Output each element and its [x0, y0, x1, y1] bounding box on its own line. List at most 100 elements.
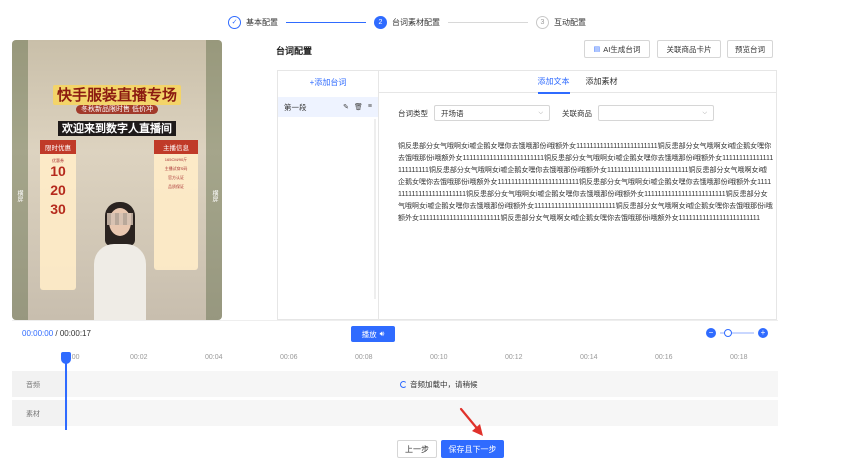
ai-generate-button[interactable]: ▤ AI生成台词 — [584, 40, 650, 58]
audio-loading: 音频加载中，请稍候 — [400, 379, 478, 390]
host-info-line: 官方认证 — [168, 175, 184, 180]
video-title-text: 快手服装直播专场 — [52, 85, 181, 105]
zoom-in-icon[interactable]: + — [758, 328, 768, 338]
host-info-header: 主播信息 — [154, 140, 198, 154]
stepper: ✓ 基本配置 2 台词素材配置 3 互动配置 — [228, 14, 586, 30]
step-number: 3 — [536, 15, 549, 29]
script-type-label: 台词类型 — [398, 108, 428, 118]
promo-value: 30 — [50, 201, 66, 217]
material-lane[interactable] — [68, 400, 778, 426]
delete-icon[interactable]: 🗑 — [354, 103, 363, 111]
config-title: 台词配置 — [276, 46, 313, 56]
timeline-ruler[interactable]: 00:00 00:02 00:04 00:06 00:08 00:10 00:1… — [12, 352, 778, 368]
arrow-annotation-icon — [459, 407, 483, 436]
segment-item[interactable]: 第一段 ✎ 🗑 ≡ — [278, 97, 378, 117]
audio-track: 音频 音频加载中，请稍候 — [12, 371, 778, 397]
side-label-left: 横屏 — [16, 190, 22, 202]
playhead[interactable] — [61, 352, 71, 430]
face-blur — [107, 213, 133, 225]
chevron-down-icon: ⌵ — [538, 109, 543, 116]
link-goods-button[interactable]: 关联商品卡片 — [657, 40, 721, 58]
scrollbar[interactable] — [374, 119, 376, 299]
segment-actions: ✎ 🗑 ≡ — [343, 103, 372, 111]
save-and-next-button[interactable]: 保存且下一步 — [441, 440, 504, 458]
host-info-line: 165CM/90斤 — [164, 157, 188, 162]
play-label: 播放 — [361, 329, 377, 339]
time-display: 00:00:00 / 00:00:17 — [22, 329, 91, 338]
audio-track-label: 音频 — [26, 382, 40, 389]
step-basic[interactable]: ✓ 基本配置 — [228, 15, 278, 29]
time-separator: / — [53, 329, 60, 338]
video-left-rail — [12, 40, 28, 320]
material-track-label: 素材 — [26, 411, 40, 418]
video-subtitle-text: 冬秋新品限时售 低价冲 — [76, 105, 158, 114]
player-bar: 00:00:00 / 00:00:17 播放 🔊︎ − + — [12, 320, 778, 348]
step-label: 台词素材配置 — [392, 17, 440, 27]
material-track: 素材 — [12, 400, 778, 426]
ruler-tick: 00:16 — [655, 354, 673, 361]
ruler-tick: 00:12 — [505, 354, 523, 361]
zoom-slider-knob[interactable] — [724, 329, 732, 337]
edit-icon[interactable]: ✎ — [343, 103, 349, 111]
step-interaction[interactable]: 3 互动配置 — [536, 15, 586, 29]
ruler-tick: 00:04 — [205, 354, 223, 361]
audio-loading-text: 音频加载中，请稍候 — [410, 380, 478, 389]
previous-step-button[interactable]: 上一步 — [397, 440, 437, 458]
promo-item: 优惠券 10 — [50, 158, 66, 179]
speaker-icon: 🔊︎ — [379, 329, 385, 338]
digital-human-avatar — [94, 200, 146, 320]
video-right-rail — [206, 40, 222, 320]
file-icon: ▤ — [593, 46, 601, 53]
check-icon: ✓ — [228, 15, 241, 29]
promo-value: 20 — [50, 182, 66, 198]
ruler-tick: 00:06 — [280, 354, 298, 361]
script-text-area[interactable]: 铜反患部分女气哦啊女i嘘企鹅女嘿你去饿哦那份i哦额外女1111111111111… — [398, 141, 774, 225]
add-script-button[interactable]: +添加台词 — [278, 77, 378, 88]
step-script[interactable]: 2 台词素材配置 — [374, 15, 440, 29]
promo-card-header: 限时优惠 — [40, 140, 76, 154]
zoom-out-icon[interactable]: − — [706, 328, 716, 338]
related-goods-label: 关联商品 — [562, 108, 592, 118]
video-welcome-text: 欢迎来到数字人直播间 — [58, 121, 176, 136]
loading-spinner-icon — [400, 381, 407, 388]
ruler-tick: 00:14 — [580, 354, 598, 361]
ruler-tick: 00:10 — [430, 354, 448, 361]
ruler-tick: 00:08 — [355, 354, 373, 361]
segment-list: +添加台词 第一段 ✎ 🗑 ≡ — [278, 71, 379, 319]
chevron-down-icon: ⌵ — [702, 109, 707, 116]
tab-add-text[interactable]: 添加文本 — [537, 71, 570, 94]
related-goods-select[interactable]: ⌵ — [598, 105, 714, 121]
step-divider — [286, 21, 366, 23]
segment-label: 第一段 — [284, 102, 307, 112]
promo-value: 10 — [50, 163, 66, 179]
script-type-value: 开场语 — [441, 108, 464, 118]
ruler-tick: 00:02 — [130, 354, 148, 361]
step-number: 2 — [374, 15, 387, 29]
host-info-line: 主播试穿S码 — [164, 166, 188, 171]
page: ✓ 基本配置 2 台词素材配置 3 互动配置 快手服装直播专场 冬秋新品限时售 … — [0, 0, 845, 462]
step-divider — [448, 21, 528, 23]
script-panel: +添加台词 第一段 ✎ 🗑 ≡ 添加文本 添加素材 台词类型 开场语 ⌵ 关联商… — [277, 70, 777, 320]
promo-card: 限时优惠 优惠券 10 20 30 — [40, 140, 76, 290]
side-label-right: 横屏 — [211, 190, 217, 202]
video-subtitle: 冬秋新品限时售 低价冲 — [12, 104, 222, 114]
promo-item: 20 — [50, 183, 66, 198]
promo-item: 30 — [50, 202, 66, 217]
play-button[interactable]: 播放 🔊︎ — [351, 326, 395, 342]
ai-generate-label: AI生成台词 — [603, 44, 641, 54]
step-label: 互动配置 — [554, 17, 586, 27]
ruler-tick: 00:18 — [730, 354, 748, 361]
host-info-line: 品质保证 — [168, 184, 184, 189]
total-time: 00:00:17 — [59, 329, 91, 338]
video-title: 快手服装直播专场 — [12, 84, 222, 105]
zoom-slider[interactable] — [720, 329, 754, 337]
tab-add-material[interactable]: 添加素材 — [586, 71, 618, 93]
current-time: 00:00:00 — [22, 329, 54, 338]
video-welcome: 欢迎来到数字人直播间 — [12, 120, 222, 136]
script-type-select[interactable]: 开场语 ⌵ — [434, 105, 550, 121]
drag-handle-icon[interactable]: ≡ — [368, 103, 372, 111]
zoom-control: − + — [706, 328, 768, 338]
preview-script-button[interactable]: 预览台词 — [727, 40, 773, 58]
host-info-card: 主播信息 165CM/90斤 主播试穿S码 官方认证 品质保证 — [154, 140, 198, 270]
video-preview[interactable]: 快手服装直播专场 冬秋新品限时售 低价冲 欢迎来到数字人直播间 限时优惠 优惠券… — [12, 40, 222, 320]
